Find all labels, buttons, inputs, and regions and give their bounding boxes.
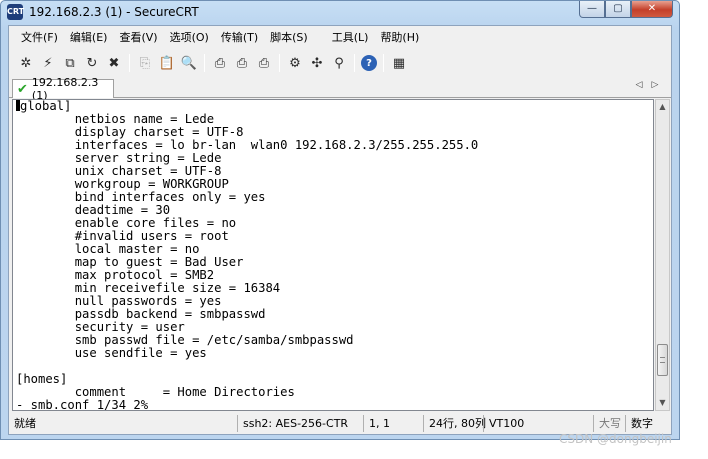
session-tab[interactable]: ✔ 192.168.2.3 (1) xyxy=(12,76,114,102)
toolbar: ✲ ⚡ ⧉ ↻ ✖ ⎘ 📋 🔍 ⎙ ⎙ ⎙ ⚙ ✣ ⚲ ? ▦ xyxy=(9,50,671,76)
minimize-button[interactable]: — xyxy=(579,1,605,18)
status-ready: 就绪 xyxy=(14,417,36,430)
terminal-line-text: min receivefile size = 16384 xyxy=(16,281,281,295)
toolbar-separator xyxy=(383,54,384,72)
keymap-icon[interactable]: ⚲ xyxy=(330,54,348,72)
terminal-line-text: map to guest = Bad User xyxy=(16,255,244,269)
print-selection-icon[interactable]: ⎙ xyxy=(233,54,251,72)
window-controls: — ▢ ✕ xyxy=(579,1,673,18)
terminal-scrollbar[interactable]: ▲ ▼ xyxy=(655,99,670,411)
status-cursor-position: 1, 1 xyxy=(363,415,423,432)
terminal-line-text: use sendfile = yes xyxy=(16,346,207,360)
sftp-icon[interactable]: ▦ xyxy=(390,54,408,72)
toolbar-separator xyxy=(129,54,130,72)
securecrt-app-icon: CRT xyxy=(7,4,24,20)
terminal-line-text: unix charset = UTF-8 xyxy=(16,164,222,178)
close-button[interactable]: ✕ xyxy=(631,1,673,18)
disconnect-icon[interactable]: ✖ xyxy=(105,54,123,72)
securecrt-window: CRT 192.168.2.3 (1) - SecureCRT — ▢ ✕ 文件… xyxy=(0,0,680,440)
terminal-screen[interactable]: global] netbios name = Lede display char… xyxy=(12,99,654,411)
scrollbar-grip-icon xyxy=(660,357,665,363)
maximize-button[interactable]: ▢ xyxy=(605,1,631,18)
scrollbar-thumb[interactable] xyxy=(657,344,668,376)
menu-options[interactable]: 选项(O) xyxy=(170,29,209,45)
terminal-output: global] netbios name = Lede display char… xyxy=(16,99,479,411)
scroll-up-icon[interactable]: ▲ xyxy=(656,100,669,114)
terminal-line-text: passdb backend = smbpasswd xyxy=(16,307,266,321)
watermark: CSDN @dongbeijin xyxy=(559,432,672,446)
scroll-down-icon[interactable]: ▼ xyxy=(656,396,669,410)
menu-tools[interactable]: 工具(L) xyxy=(332,29,369,45)
terminal-line-text: smb passwd file = /etc/samba/smbpasswd xyxy=(16,333,354,347)
terminal-line-text: comment = Home Directories xyxy=(16,385,295,399)
menu-transfer[interactable]: 传输(T) xyxy=(221,29,258,45)
session-options-icon[interactable]: ⚙ xyxy=(286,54,304,72)
terminal-line-text: enable core files = no xyxy=(16,216,237,230)
status-num-lock: 数字 xyxy=(625,415,665,432)
status-caps-lock: 大写 xyxy=(593,415,625,432)
terminal-line-text: security = user xyxy=(16,320,185,334)
client-area: 文件(F) 编辑(E) 查看(V) 选项(O) 传输(T) 脚本(S) 工具(L… xyxy=(8,25,672,435)
terminal-line: use sendfile = yes xyxy=(16,347,478,360)
window-title: 192.168.2.3 (1) - SecureCRT xyxy=(29,5,199,19)
tab-navigation: ◁ ▷ xyxy=(631,80,663,90)
print-screen-icon[interactable]: ⎙ xyxy=(255,54,273,72)
menu-view[interactable]: 查看(V) xyxy=(119,29,157,45)
quick-connect-icon[interactable]: ⚡ xyxy=(39,54,57,72)
toolbar-separator xyxy=(354,54,355,72)
terminal-line-text: bind interfaces only = yes xyxy=(16,190,266,204)
toolbar-separator xyxy=(204,54,205,72)
terminal-line-text: server string = Lede xyxy=(16,151,222,165)
status-protocol: ssh2: AES-256-CTR xyxy=(237,415,363,432)
find-icon[interactable]: 🔍 xyxy=(180,54,198,72)
menu-file[interactable]: 文件(F) xyxy=(21,29,58,45)
terminal-line-text: #invalid users = root xyxy=(16,229,229,243)
status-terminal-size: 24行, 80列 xyxy=(423,415,486,432)
terminal-line-text: [homes] xyxy=(16,372,68,386)
terminal-line-text: max protocol = SMB2 xyxy=(16,268,215,282)
terminal-line-text: deadtime = 30 xyxy=(16,203,171,217)
tab-next-icon[interactable]: ▷ xyxy=(647,80,663,90)
terminal-line-text: display charset = UTF-8 xyxy=(16,125,244,139)
menu-edit[interactable]: 编辑(E) xyxy=(70,29,108,45)
terminal-line-text: workgroup = WORKGROUP xyxy=(16,177,229,191)
paste-icon[interactable]: 📋 xyxy=(158,54,176,72)
copy-icon[interactable]: ⎘ xyxy=(136,54,154,72)
global-options-icon[interactable]: ✣ xyxy=(308,54,326,72)
terminal-line-text: - smb.conf 1/34 2% xyxy=(16,398,149,411)
menu-script[interactable]: 脚本(S) xyxy=(270,29,308,45)
connect-tab-icon[interactable]: ⧉ xyxy=(61,54,79,72)
terminal-status-line: - smb.conf 1/34 2% xyxy=(16,399,478,411)
terminal-line-text: netbios name = Lede xyxy=(16,112,215,126)
terminal-line-text: local master = no xyxy=(16,242,200,256)
help-icon[interactable]: ? xyxy=(361,55,377,71)
terminal-line-text: null passwords = yes xyxy=(16,294,222,308)
menu-bar: 文件(F) 编辑(E) 查看(V) 选项(O) 传输(T) 脚本(S) 工具(L… xyxy=(9,26,671,48)
reconnect-icon[interactable]: ↻ xyxy=(83,54,101,72)
menu-help[interactable]: 帮助(H) xyxy=(380,29,419,45)
toolbar-separator xyxy=(279,54,280,72)
connect-icon[interactable]: ✲ xyxy=(17,54,35,72)
print-icon[interactable]: ⎙ xyxy=(211,54,229,72)
title-bar[interactable]: CRT 192.168.2.3 (1) - SecureCRT — ▢ ✕ xyxy=(1,1,679,23)
session-tab-strip: ✔ 192.168.2.3 (1) ◁ ▷ xyxy=(9,76,671,102)
status-bar: 就绪 ssh2: AES-256-CTR 1, 1 24行, 80列 VT100… xyxy=(9,413,671,434)
connected-check-icon: ✔ xyxy=(17,81,28,97)
terminal-line-text: global] xyxy=(20,99,72,113)
terminal-line-text: interfaces = lo br-lan wlan0 192.168.2.3… xyxy=(16,138,479,152)
status-terminal-type: VT100 xyxy=(483,415,593,432)
tab-prev-icon[interactable]: ◁ xyxy=(631,80,647,90)
